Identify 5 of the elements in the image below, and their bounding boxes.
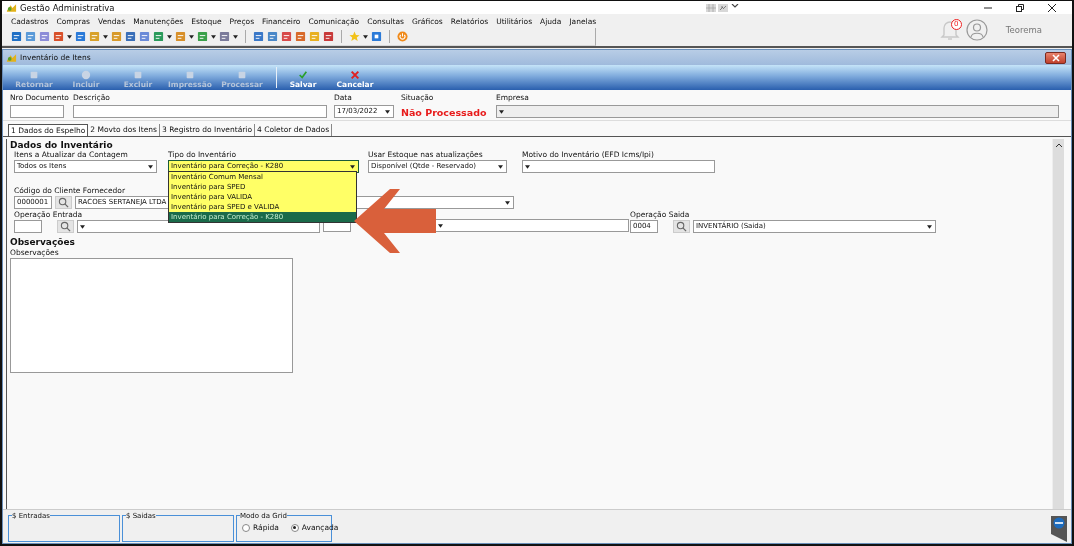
window-title: Gestão Administrativa (20, 2, 115, 13)
section-title: Observações (10, 237, 76, 247)
user-name: Teorema (1005, 25, 1042, 35)
section-title: Dados do Inventário (10, 140, 114, 150)
status-text: Não Processado (401, 107, 488, 118)
